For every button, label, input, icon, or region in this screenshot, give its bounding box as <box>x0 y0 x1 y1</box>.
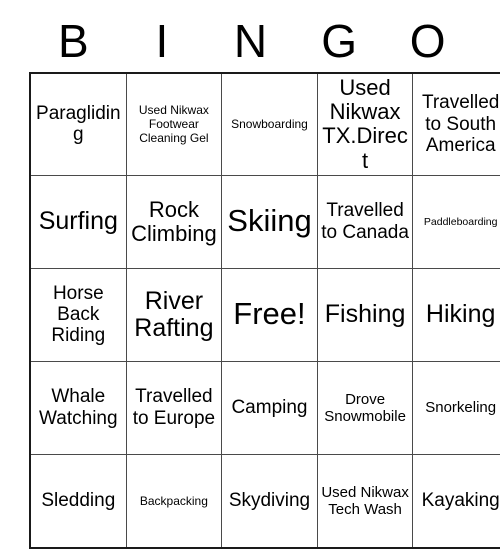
bingo-cell-i5[interactable]: Backpacking <box>125 453 223 549</box>
bingo-cell-n2[interactable]: Skiing <box>221 174 318 269</box>
bingo-header-letter-n: N <box>233 15 268 67</box>
bingo-cell-g4[interactable]: Drove Snowmobile <box>316 360 414 455</box>
bingo-cell-g2[interactable]: Travelled to Canada <box>316 174 414 269</box>
bingo-cell-b1[interactable]: Paragliding <box>29 72 127 176</box>
bingo-cell-i1[interactable]: Used Nikwax Footwear Cleaning Gel <box>125 72 223 176</box>
bingo-cell-n5[interactable]: Skydiving <box>221 453 318 549</box>
bingo-grid: Paragliding Used Nikwax Footwear Cleanin… <box>29 72 500 549</box>
bingo-header-letter-g: G <box>321 15 357 67</box>
bingo-cell-g3[interactable]: Fishing <box>316 267 414 362</box>
bingo-cell-free-space[interactable]: Free! <box>221 267 318 362</box>
bingo-cell-o5[interactable]: Kayaking <box>412 453 500 549</box>
bingo-header-letter-i: I <box>155 15 169 67</box>
bingo-cell-g5[interactable]: Used Nikwax Tech Wash <box>316 453 414 549</box>
bingo-row: Paragliding Used Nikwax Footwear Cleanin… <box>29 72 500 176</box>
bingo-cell-b5[interactable]: Sledding <box>29 453 127 549</box>
bingo-cell-b2[interactable]: Surfing <box>29 174 127 269</box>
bingo-cell-n4[interactable]: Camping <box>221 360 318 455</box>
bingo-cell-o3[interactable]: Hiking <box>412 267 500 362</box>
bingo-cell-n1[interactable]: Snowboarding <box>221 72 318 176</box>
bingo-grid-body: Paragliding Used Nikwax Footwear Cleanin… <box>29 72 500 549</box>
bingo-cell-i2[interactable]: Rock Climbing <box>125 174 223 269</box>
bingo-card: B I N G O Paragliding Used Nikwax Footwe… <box>29 0 500 549</box>
bingo-header-row: B I N G O <box>29 0 472 72</box>
bingo-cell-o2[interactable]: Paddleboarding <box>412 174 500 269</box>
bingo-row: Surfing Rock Climbing Skiing Travelled t… <box>29 174 500 269</box>
bingo-header-letter-o: O <box>409 15 446 67</box>
bingo-cell-i3[interactable]: River Rafting <box>125 267 223 362</box>
bingo-cell-o4[interactable]: Snorkeling <box>412 360 500 455</box>
bingo-cell-b4[interactable]: Whale Watching <box>29 360 127 455</box>
bingo-row: Sledding Backpacking Skydiving Used Nikw… <box>29 453 500 549</box>
bingo-row: Horse Back Riding River Rafting Free! Fi… <box>29 267 500 362</box>
bingo-cell-i4[interactable]: Travelled to Europe <box>125 360 223 455</box>
bingo-row: Whale Watching Travelled to Europe Campi… <box>29 360 500 455</box>
bingo-cell-o1[interactable]: Travelled to South America <box>412 72 500 176</box>
bingo-cell-g1[interactable]: Used Nikwax TX.Direct <box>316 72 414 176</box>
bingo-cell-b3[interactable]: Horse Back Riding <box>29 267 127 362</box>
bingo-header-letter-b: B <box>57 15 89 67</box>
